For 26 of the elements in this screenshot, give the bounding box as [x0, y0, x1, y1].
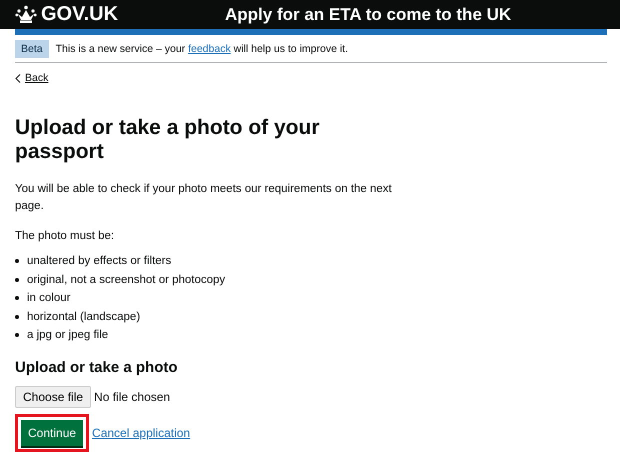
requirement-item: original, not a screenshot or photocopy	[27, 274, 226, 286]
requirement-item: in colour	[27, 292, 70, 304]
back-link[interactable]: Back	[15, 72, 48, 84]
service-name[interactable]: Apply for an ETA to come to the UK	[225, 4, 512, 24]
choose-file-button[interactable]: Choose file	[15, 386, 92, 408]
upload-label: Upload or take a photo	[15, 358, 179, 376]
bullet-icon	[15, 278, 19, 282]
phase-tag: Beta	[15, 40, 49, 58]
list-lead: The photo must be:	[15, 229, 116, 244]
requirement-item: unaltered by effects or filters	[27, 255, 172, 268]
requirement-item: horizontal (landscape)	[27, 310, 140, 323]
bullet-icon	[15, 314, 19, 319]
page-heading: Upload or take a photo of your passport	[15, 116, 321, 165]
continue-button[interactable]: Continue	[21, 420, 84, 446]
file-status: No file chosen	[94, 390, 170, 404]
chevron-icon	[15, 74, 21, 82]
bullet-icon	[15, 333, 19, 338]
bullet-icon	[15, 259, 19, 264]
logo-link[interactable]: GOV.UK	[41, 3, 118, 26]
requirement-item: a jpg or jpeg file	[27, 329, 108, 342]
cancel-link[interactable]: Cancel application	[92, 426, 190, 440]
banner-text: This is a new service – your feedback will help us to improve it.	[56, 43, 348, 55]
intro-text: You will be able to check if your photo meets our requirements on the next page.	[15, 182, 393, 214]
bullet-icon	[15, 296, 19, 300]
feedback-link[interactable]: feedback	[188, 43, 231, 55]
crown-icon	[15, 5, 37, 24]
